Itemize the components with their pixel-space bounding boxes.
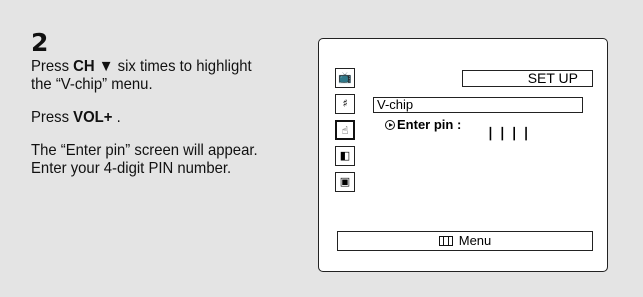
instruction-paragraph-2: Press VOL+ . bbox=[31, 109, 264, 127]
osd-menu-icons: 📺 ♯ ☝ ◧ ▣ bbox=[335, 68, 355, 198]
tv-timer-icon: ▣ bbox=[335, 172, 355, 192]
instruction-paragraph-3: The “Enter pin” screen will appear. Ente… bbox=[31, 142, 258, 177]
picture-icon: 📺 bbox=[335, 68, 355, 88]
tv-osd-screen: 📺 ♯ ☝ ◧ ▣ SET UP V-chip Enter pin : ❘❘❘❘… bbox=[318, 38, 608, 272]
text-fragment: Press bbox=[31, 109, 74, 126]
step-number: 2 bbox=[31, 28, 49, 57]
sound-icon: ♯ bbox=[335, 94, 355, 114]
play-circle-icon bbox=[385, 120, 395, 130]
footer-label: Menu bbox=[458, 233, 492, 248]
text-fragment: . bbox=[112, 109, 121, 126]
input-icon: ◧ bbox=[335, 146, 355, 166]
osd-title: SET UP bbox=[462, 70, 593, 87]
enter-pin-label: Enter pin : bbox=[397, 117, 462, 132]
instruction-paragraph-1: Press CH ▼ six times to highlight the “V… bbox=[31, 58, 264, 94]
key-vol-plus: VOL+ bbox=[73, 109, 113, 126]
menu-icon bbox=[438, 236, 453, 246]
enter-pin-row: Enter pin : bbox=[385, 117, 461, 132]
osd-footer: Menu bbox=[337, 231, 593, 251]
vchip-menu-item: V-chip bbox=[373, 97, 583, 113]
text-fragment: Press bbox=[31, 58, 74, 75]
key-ch-down: CH ▼ bbox=[73, 58, 114, 75]
setup-hand-icon: ☝ bbox=[335, 120, 355, 140]
instruction-panel: 2 Press CH ▼ six times to highlight the … bbox=[0, 0, 643, 297]
pin-placeholder: ❘❘❘❘ bbox=[485, 125, 533, 140]
instruction-text: 2 Press CH ▼ six times to highlight the … bbox=[31, 30, 261, 193]
